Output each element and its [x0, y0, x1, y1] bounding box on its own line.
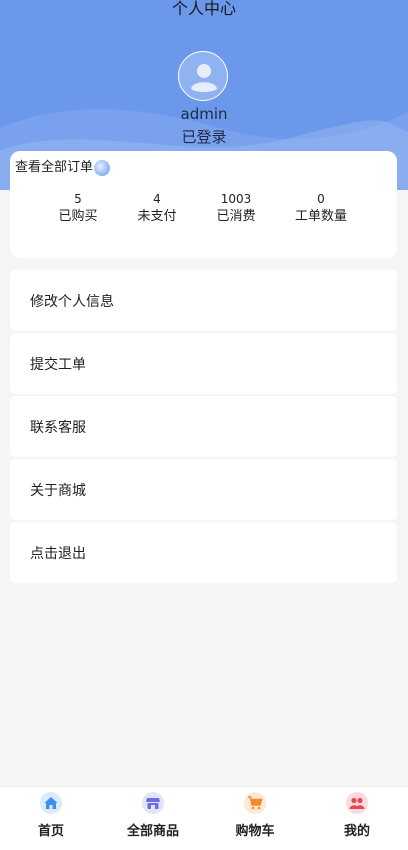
view-all-orders-label: 查看全部订单 — [15, 160, 94, 175]
tab-label: 首页 — [37, 824, 64, 839]
stat-label: 未支付 — [137, 209, 177, 224]
stat-value: 1003 — [220, 192, 252, 206]
users-icon — [346, 792, 368, 814]
menu-item-label: 提交工单 — [30, 356, 86, 373]
settings-menu: 修改个人信息 提交工单 联系客服 关于商城 点击退出 — [10, 270, 397, 585]
menu-item-about-store[interactable]: 关于商城 — [10, 459, 397, 520]
stat-label: 已消费 — [216, 209, 256, 224]
stat-value: 4 — [153, 192, 161, 206]
menu-item-edit-profile[interactable]: 修改个人信息 — [10, 270, 397, 331]
stat-value: 5 — [74, 192, 82, 206]
stat-unpaid[interactable]: 4 未支付 — [117, 191, 197, 226]
orders-card: 查看全部订单 5 已购买 4 未支付 1003 已消费 0 工单数量 — [10, 151, 397, 258]
login-status: 已登录 — [181, 128, 227, 146]
tab-label: 我的 — [343, 824, 370, 839]
stat-label: 已购买 — [58, 209, 98, 224]
tab-label: 购物车 — [235, 824, 275, 839]
bottom-tab-bar: 首页 全部商品 购物车 我的 — [0, 786, 408, 850]
menu-item-contact-support[interactable]: 联系客服 — [10, 396, 397, 457]
user-avatar-icon[interactable] — [178, 51, 228, 101]
order-stats: 5 已购买 4 未支付 1003 已消费 0 工单数量 — [10, 191, 397, 231]
home-icon — [40, 792, 62, 814]
menu-item-label: 关于商城 — [30, 482, 86, 499]
menu-item-label: 点击退出 — [30, 545, 86, 562]
tab-label: 全部商品 — [126, 824, 179, 839]
menu-item-label: 联系客服 — [30, 419, 86, 436]
menu-item-logout[interactable]: 点击退出 — [10, 522, 397, 583]
view-all-orders-link[interactable]: 查看全部订单 — [15, 159, 111, 177]
tab-all-products[interactable]: 全部商品 — [102, 787, 204, 850]
store-icon — [142, 792, 164, 814]
stat-tickets[interactable]: 0 工单数量 — [281, 191, 361, 226]
tab-cart[interactable]: 购物车 — [204, 787, 306, 850]
stat-value: 0 — [317, 192, 325, 206]
tab-mine[interactable]: 我的 — [306, 787, 408, 850]
chevron-right-icon — [94, 160, 111, 176]
stat-purchased[interactable]: 5 已购买 — [38, 191, 118, 226]
page-title: 个人中心 — [171, 0, 236, 18]
menu-item-submit-ticket[interactable]: 提交工单 — [10, 333, 397, 394]
menu-item-label: 修改个人信息 — [30, 293, 114, 310]
stat-spent[interactable]: 1003 已消费 — [196, 191, 276, 226]
cart-icon — [244, 792, 266, 814]
username: admin — [180, 105, 228, 123]
tab-home[interactable]: 首页 — [0, 787, 102, 850]
stat-label: 工单数量 — [294, 209, 347, 224]
